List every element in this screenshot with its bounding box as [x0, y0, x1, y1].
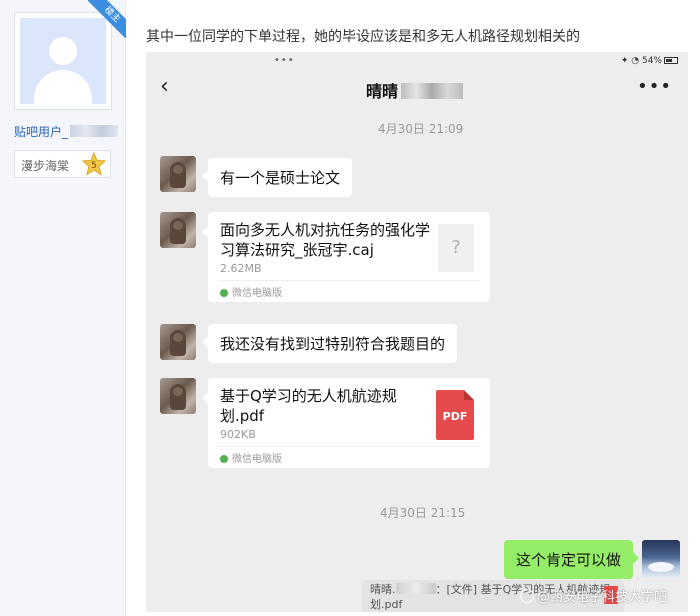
file-size: 902KB	[220, 428, 256, 441]
member-badge[interactable]: 漫步海棠 5	[14, 150, 111, 178]
divider	[218, 446, 480, 447]
contact-avatar[interactable]	[160, 156, 196, 192]
wechat-pc-icon	[220, 455, 228, 463]
file-source: 微信电脑版	[220, 450, 282, 465]
timestamp: 4月30日 21:15	[380, 506, 466, 520]
username-mosaic	[70, 125, 119, 137]
message-bubble[interactable]: 有一个是硕士论文	[201, 158, 353, 197]
unknown-file-icon: ?	[438, 224, 474, 272]
phone-status-bar: ••• ✦ ◔ 54%	[146, 52, 688, 72]
op-ribbon-label: 楼主	[88, 0, 126, 38]
battery-icon	[664, 57, 678, 64]
contact-avatar[interactable]	[160, 324, 196, 360]
tieba-watermark: @西安电子科技大学吧	[520, 586, 667, 605]
status-dots: •••	[274, 55, 295, 66]
author-sidebar: 楼主 贴吧用户_ 漫步海棠 5	[0, 0, 126, 616]
op-ribbon: 楼主	[88, 0, 126, 38]
contact-avatar[interactable]	[160, 212, 196, 248]
quote-sender: 晴晴.	[370, 583, 396, 596]
post-content: 其中一位同学的下单过程，她的毕设应该是和多无人机路径规划相关的	[146, 29, 580, 45]
level-star-icon: 5	[82, 152, 106, 176]
self-avatar[interactable]	[642, 540, 680, 578]
file-card[interactable]: 基于Q学习的无人机航迹规划.pdf 902KB PDF 微信电脑版	[202, 378, 490, 468]
battery-text: 54%	[641, 56, 662, 66]
signal-icon: ✦ ◔	[620, 56, 642, 66]
file-source: 微信电脑版	[220, 284, 282, 299]
watermark-logo-icon	[520, 589, 534, 603]
file-name: 基于Q学习的无人机航迹规划.pdf	[220, 387, 397, 425]
file-card[interactable]: 面向多无人机对抗任务的强化学习算法研究_张冠宇.caj 2.62MB ? 微信电…	[202, 212, 490, 302]
file-name: 面向多无人机对抗任务的强化学习算法研究_张冠宇.caj	[220, 221, 431, 259]
badge-title: 漫步海棠	[21, 159, 70, 173]
chat-title-mosaic	[401, 83, 464, 99]
chat-title-text: 晴晴	[366, 82, 399, 101]
username-link[interactable]: 贴吧用户_	[14, 123, 119, 140]
status-right: ✦ ◔ 54%	[621, 56, 678, 66]
pdf-file-icon: PDF	[436, 390, 474, 440]
level-number: 5	[91, 161, 97, 171]
username-text: 贴吧用户_	[14, 125, 69, 139]
file-size: 2.62MB	[220, 262, 262, 275]
more-icon[interactable]: •••	[637, 76, 672, 97]
contact-avatar[interactable]	[160, 378, 196, 414]
chat-title: 晴晴	[366, 78, 464, 102]
message-bubble[interactable]: 我还没有找到过特别符合我题目的	[201, 324, 458, 363]
reply-bubble[interactable]: 这个肯定可以做	[504, 540, 640, 579]
chat-screenshot: ••• ✦ ◔ 54% ‹ 晴晴 ••• 4月30日 21:09 有一个是硕士论…	[146, 52, 688, 612]
quote-sender-mosaic	[395, 583, 436, 594]
chat-nav-bar: ‹ 晴晴 •••	[146, 72, 688, 104]
back-icon[interactable]: ‹	[160, 76, 169, 98]
divider	[218, 280, 480, 281]
timestamp: 4月30日 21:09	[378, 122, 464, 136]
post-page: 楼主 贴吧用户_ 漫步海棠 5 其中一位同学的下单过程，她的毕设应该是和多无人机…	[0, 0, 700, 616]
wechat-pc-icon	[220, 289, 228, 297]
